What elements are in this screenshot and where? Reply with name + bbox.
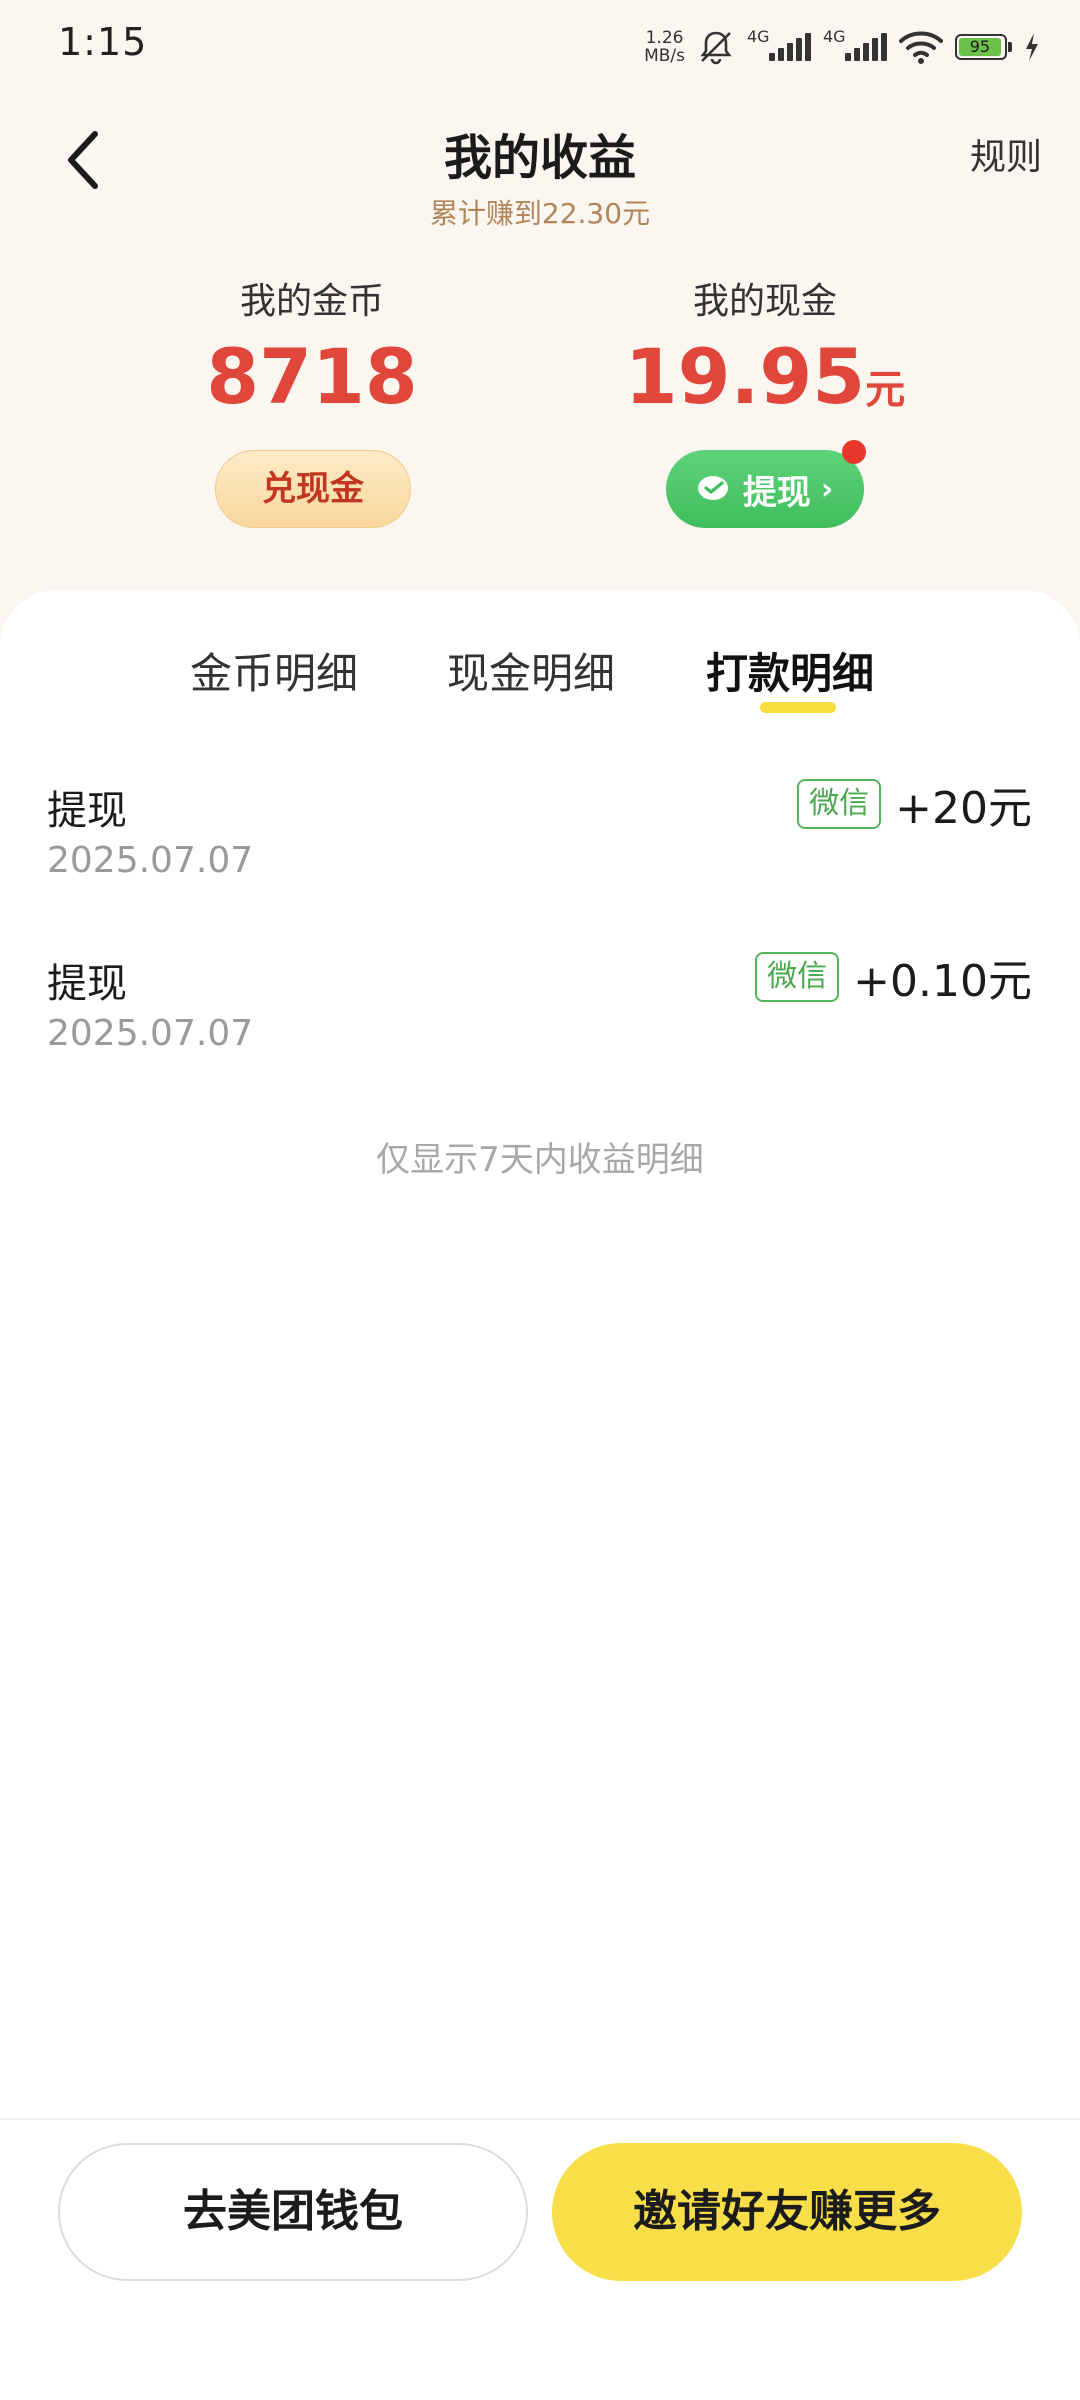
cash-summary: 我的现金 19.95元 [565, 272, 965, 435]
record-amount: +20元 [895, 783, 1032, 834]
record-amount-group: 微信 +0.10元 [755, 945, 1032, 1009]
record-date: 2025.07.07 [47, 840, 254, 881]
signal-icon: 4G [747, 27, 811, 61]
network-speed: 1.26 MB/s [644, 28, 685, 66]
channel-tag: 微信 [797, 779, 882, 829]
go-wallet-button[interactable]: 去美团钱包 [58, 2143, 528, 2281]
invite-friends-button[interactable]: 邀请好友赚更多 [552, 2143, 1022, 2281]
mute-bell-icon [700, 31, 732, 65]
rules-link[interactable]: 规则 [970, 128, 1042, 180]
record-title: 提现 [47, 961, 127, 1007]
tab-cash-details[interactable]: 现金明细 [447, 640, 615, 701]
cash-unit: 元 [865, 367, 906, 413]
record-amount-group: 微信 +20元 [797, 772, 1032, 836]
coins-value: 8718 [206, 332, 418, 421]
record-title: 提现 [47, 788, 127, 834]
cash-value: 19.95 [624, 332, 866, 421]
charging-icon [1026, 33, 1038, 61]
active-tab-indicator [760, 702, 836, 713]
list-footer-note: 仅显示7天内收益明细 [376, 1140, 704, 1180]
record-date: 2025.07.07 [47, 1013, 254, 1054]
total-earned: 累计赚到22.30元 [429, 197, 651, 230]
wifi-icon [899, 31, 943, 64]
list-item: 提现 2025.07.07 微信 +20元 [0, 778, 1080, 908]
tab-payout-details[interactable]: 打款明细 [706, 640, 874, 701]
coins-summary: 我的金币 8718 [112, 272, 512, 422]
chevron-right-icon: › [820, 471, 834, 507]
status-time: 1:15 [58, 20, 148, 64]
cash-label: 我的现金 [692, 281, 837, 322]
bottom-divider [0, 2118, 1080, 2120]
withdraw-label: 提现 [742, 472, 811, 513]
withdraw-button[interactable]: 提现 › [666, 450, 864, 528]
status-bar: 1:15 1.26 MB/s 4G 4G 95 [0, 0, 1080, 90]
tab-coin-details[interactable]: 金币明细 [190, 640, 358, 701]
signal-icon-2: 4G [823, 27, 887, 61]
notification-dot [842, 440, 866, 464]
tab-bar: 金币明细 现金明细 打款明细 [0, 640, 1080, 720]
wechat-icon [697, 476, 728, 500]
exchange-cash-button[interactable]: 兑现金 [215, 450, 411, 528]
status-icons: 1.26 MB/s 4G 4G 95 [644, 22, 1040, 72]
cash-value-row: 19.95元 [565, 332, 965, 435]
page-title: 我的收益 [443, 130, 636, 186]
coins-label: 我的金币 [239, 281, 384, 322]
channel-tag: 微信 [755, 952, 840, 1002]
record-amount: +0.10元 [853, 956, 1032, 1007]
list-item: 提现 2025.07.07 微信 +0.10元 [0, 951, 1080, 1081]
battery-icon: 95 [955, 34, 1012, 60]
